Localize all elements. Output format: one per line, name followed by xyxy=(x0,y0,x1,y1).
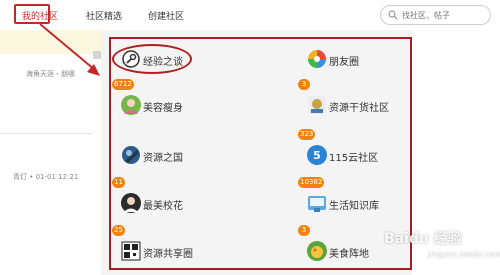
feed-column xyxy=(0,54,93,275)
search-input[interactable] xyxy=(402,9,487,22)
tab-highlight-box xyxy=(14,4,50,24)
search-box[interactable] xyxy=(380,5,491,25)
tab-featured-community[interactable]: 社区精选 xyxy=(86,9,122,22)
watermark-logo: Baidu 经验 xyxy=(384,231,462,247)
scrollbar-thumb[interactable] xyxy=(93,51,101,59)
tab-create-community[interactable]: 创建社区 xyxy=(148,9,184,22)
search-icon[interactable] xyxy=(388,10,398,20)
feed-item-meta: 海角天涯・朋哪 xyxy=(26,70,75,78)
top-navigation: 我的社区 社区精选 创建社区 xyxy=(0,0,500,30)
feed-divider xyxy=(0,133,93,134)
feed-item-meta: 青灯 • 01-01 12:21 xyxy=(13,173,79,181)
watermark-url: jingyan.baidu.com xyxy=(428,250,500,259)
annotation-oval xyxy=(112,44,192,74)
